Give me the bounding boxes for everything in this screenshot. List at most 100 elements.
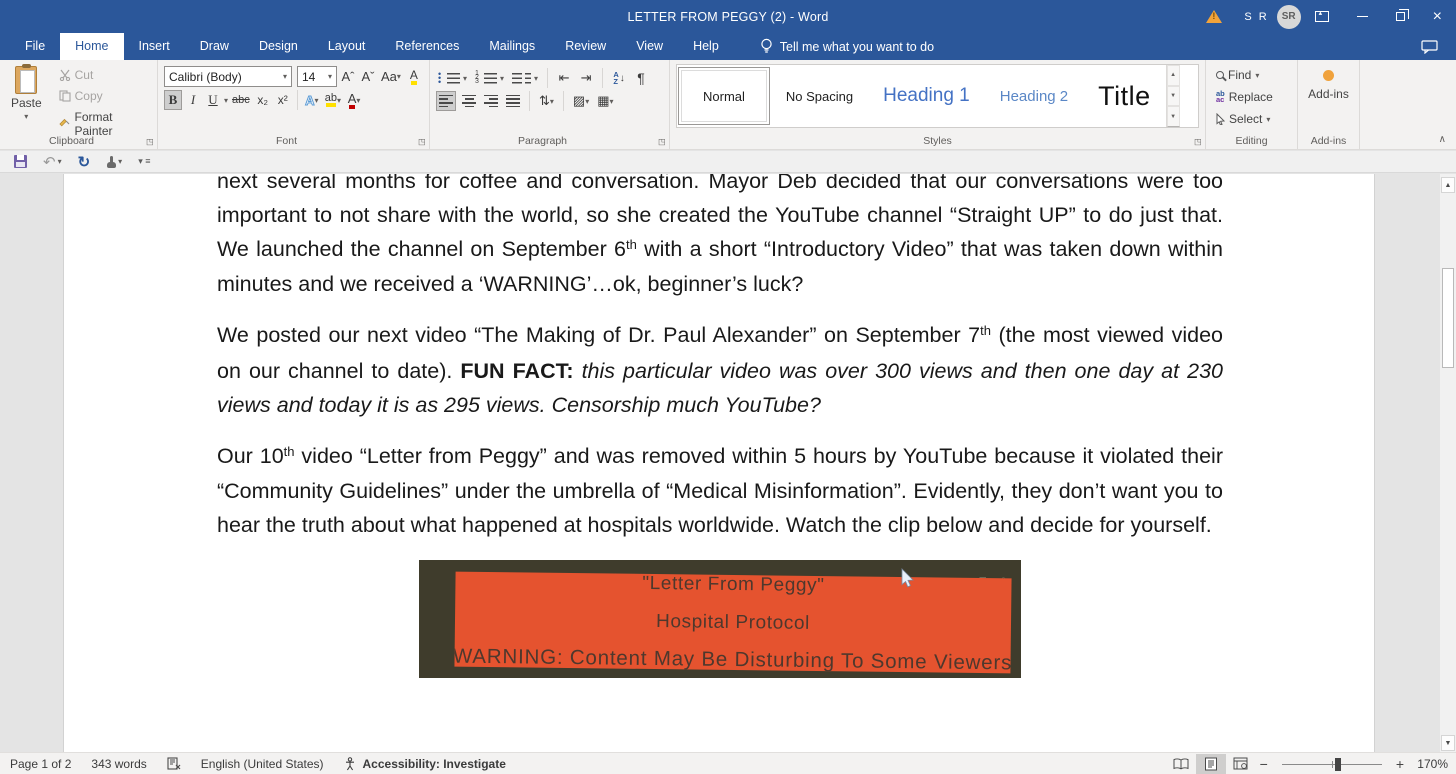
paste-button[interactable]: Paste ▾ <box>6 64 47 132</box>
save-button[interactable] <box>8 155 33 168</box>
styles-scroll-down-button[interactable]: ▼ <box>1166 85 1180 107</box>
page-indicator[interactable]: Page 1 of 2 <box>0 757 81 771</box>
paragraph-1[interactable]: next several months for coffee and conve… <box>217 174 1223 302</box>
strikethrough-button[interactable]: abc <box>230 90 252 110</box>
proofing-status[interactable] <box>157 757 191 770</box>
sort-button[interactable]: A Z ↓ <box>610 68 628 88</box>
font-dialog-launcher[interactable] <box>416 137 426 147</box>
scroll-up-button[interactable]: ▲ <box>1441 177 1455 193</box>
shading-button[interactable]: ▨ ▾ <box>571 91 591 111</box>
close-button[interactable]: × <box>1419 0 1456 33</box>
print-layout-button[interactable] <box>1195 753 1226 774</box>
tab-references[interactable]: References <box>380 33 474 60</box>
restore-button[interactable] <box>1382 0 1419 33</box>
zoom-level[interactable]: 170% <box>1408 757 1448 771</box>
paste-icon <box>15 64 38 94</box>
tab-layout[interactable]: Layout <box>313 33 381 60</box>
replace-button[interactable]: ab ac Replace <box>1212 88 1291 106</box>
tab-insert[interactable]: Insert <box>124 33 185 60</box>
chevron-down-icon: ▾ <box>396 72 401 81</box>
tab-help[interactable]: Help <box>678 33 734 60</box>
clipboard-dialog-launcher[interactable] <box>144 137 154 147</box>
font-color-button[interactable]: A ▾ <box>345 90 363 110</box>
line-spacing-button[interactable]: ⇅ ▾ <box>537 91 556 111</box>
undo-button[interactable]: ↶ ▾ <box>37 153 68 171</box>
tab-review[interactable]: Review <box>550 33 621 60</box>
tab-draw[interactable]: Draw <box>185 33 244 60</box>
subscript-button[interactable]: x₂ <box>254 90 272 110</box>
paragraph-3[interactable]: Our 10th video “Letter from Peggy” and w… <box>217 440 1223 543</box>
read-mode-button[interactable] <box>1166 754 1196 774</box>
ribbon-display-options-button[interactable] <box>1301 0 1343 33</box>
change-case-button[interactable]: Aa ▾ <box>379 67 403 87</box>
style-heading-1[interactable]: Heading 1 <box>869 67 984 125</box>
zoom-slider[interactable] <box>1281 754 1382 774</box>
align-left-button[interactable] <box>436 91 456 111</box>
show-paragraph-marks-button[interactable]: ¶ <box>632 68 650 88</box>
tab-mailings[interactable]: Mailings <box>474 33 550 60</box>
word-count[interactable]: 343 words <box>81 757 156 771</box>
cut-button[interactable]: Cut <box>55 66 151 84</box>
touch-mouse-mode-button[interactable]: ▾ <box>100 155 128 168</box>
tell-me-box[interactable]: Tell me what you want to do <box>748 33 946 60</box>
paragraph-2[interactable]: We posted our next video “The Making of … <box>217 319 1223 422</box>
italic-button[interactable]: I <box>184 90 202 110</box>
tab-home[interactable]: Home <box>60 33 124 60</box>
style-heading-2[interactable]: Heading 2 <box>986 67 1082 125</box>
scrollbar-thumb[interactable] <box>1442 268 1454 368</box>
zoom-slider-center-tick <box>1331 760 1333 768</box>
touch-mode-icon <box>106 155 117 168</box>
clear-formatting-button[interactable]: A <box>405 67 423 87</box>
decrease-indent-button[interactable]: ⇤ <box>555 68 573 88</box>
align-right-button[interactable] <box>482 91 500 111</box>
underline-button[interactable]: U <box>204 90 222 110</box>
redo-button[interactable]: ↻ <box>72 153 97 171</box>
language-indicator[interactable]: English (United States) <box>191 757 334 771</box>
multilevel-list-button[interactable]: ▾ <box>510 68 540 88</box>
style-title[interactable]: Title <box>1084 67 1165 125</box>
style-normal[interactable]: Normal <box>678 67 770 125</box>
styles-scroll-up-button[interactable]: ▲ <box>1166 65 1180 86</box>
underline-dropdown[interactable]: ▾ <box>224 96 228 105</box>
text-effects-button[interactable]: A ▾ <box>303 90 321 110</box>
style-no-spacing[interactable]: No Spacing <box>772 67 867 125</box>
align-center-button[interactable] <box>460 91 478 111</box>
tab-view[interactable]: View <box>621 33 678 60</box>
bullets-button[interactable]: • • • ▾ <box>436 68 469 88</box>
web-layout-button[interactable] <box>1226 754 1256 774</box>
tab-file[interactable]: File <box>10 33 60 60</box>
zoom-in-button[interactable]: + <box>1392 756 1408 772</box>
styles-dialog-launcher[interactable] <box>1192 137 1202 147</box>
zoom-slider-thumb[interactable] <box>1334 757 1341 771</box>
styles-more-button[interactable]: ▼ <box>1166 106 1180 128</box>
zoom-out-button[interactable]: − <box>1256 756 1272 772</box>
customize-qat-button[interactable]: ▾ ≡ <box>132 156 156 167</box>
highlight-color-button[interactable]: ab ▾ <box>323 90 343 110</box>
tab-design[interactable]: Design <box>244 33 313 60</box>
font-size-combo[interactable]: 14 ▾ <box>297 66 337 87</box>
increase-indent-button[interactable]: ⇥ <box>577 68 595 88</box>
avatar[interactable]: SR <box>1276 4 1301 29</box>
shrink-font-button[interactable]: Aˇ <box>359 67 377 87</box>
accessibility-status[interactable]: Accessibility: Investigate <box>334 757 516 771</box>
superscript-button[interactable]: x² <box>274 90 292 110</box>
warning-notification-icon[interactable] <box>1192 0 1236 33</box>
find-button[interactable]: Find ▾ <box>1212 66 1291 84</box>
multilevel-list-icon <box>512 72 523 84</box>
borders-button[interactable]: ▦ ▾ <box>595 91 615 111</box>
collapse-ribbon-button[interactable]: ∧ <box>1439 134 1446 145</box>
select-button[interactable]: Select ▾ <box>1212 110 1291 128</box>
bold-button[interactable]: B <box>164 90 182 110</box>
grow-font-button[interactable]: Aˆ <box>339 67 357 87</box>
minimize-button[interactable] <box>1343 0 1382 33</box>
vertical-scrollbar[interactable]: ▲ ▼ <box>1439 174 1456 752</box>
embedded-video-image[interactable]: － ◦ "Letter From Peggy" Hospital Protoco… <box>419 559 1021 678</box>
font-name-combo[interactable]: Calibri (Body) ▾ <box>164 66 292 87</box>
copy-button[interactable]: Copy <box>55 87 151 105</box>
add-ins-button[interactable]: Add-ins <box>1304 64 1353 101</box>
comments-icon[interactable] <box>1421 39 1438 54</box>
numbering-button[interactable]: 1 2 3 ▾ <box>473 68 506 88</box>
paragraph-dialog-launcher[interactable] <box>656 137 666 147</box>
scroll-down-button[interactable]: ▼ <box>1441 735 1455 751</box>
justify-button[interactable] <box>504 91 522 111</box>
